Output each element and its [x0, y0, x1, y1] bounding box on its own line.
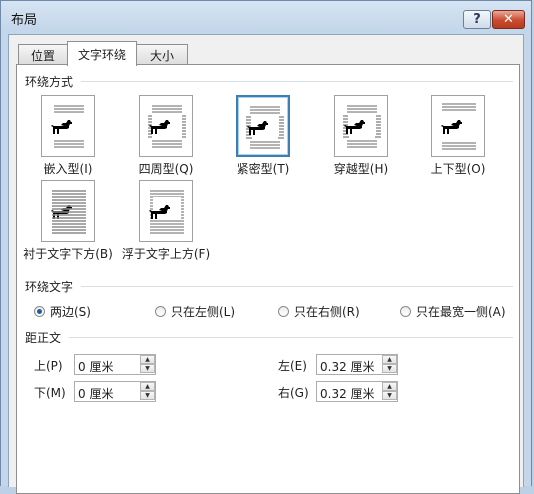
square-wrap-icon: [148, 105, 186, 148]
radio-label: 只在右侧(R): [294, 305, 360, 319]
spinner-value[interactable]: 0.32 厘米: [320, 385, 375, 402]
radio-label: 两边(S): [50, 305, 91, 319]
wrap-option-label: 紧密型(T): [236, 162, 290, 176]
spinner-value[interactable]: 0 厘米: [78, 385, 113, 402]
dialog-title: 布局: [11, 13, 38, 28]
right-distance-spinner[interactable]: 0.32 厘米 ▲ ▼: [316, 381, 398, 402]
distance-heading: 距正文: [25, 331, 62, 345]
close-icon: ✕: [503, 12, 514, 27]
top-distance-spinner[interactable]: 0 厘米 ▲ ▼: [74, 354, 156, 375]
radio-both-sides[interactable]: 两边(S): [34, 303, 91, 320]
radio-label: 只在最宽一侧(A): [416, 305, 506, 319]
bottom-distance-label: 下(M): [34, 386, 66, 400]
text-wrapping-panel: 环绕方式 嵌入型(I) 四周型(Q) 紧密型(T) 穿越型(H) 上下型(O) 衬于文字下…: [16, 64, 520, 494]
spinner-value[interactable]: 0 厘米: [78, 358, 113, 375]
radio-circle[interactable]: [155, 306, 166, 317]
radio-left-only[interactable]: 只在左侧(L): [155, 303, 235, 320]
left-distance-label: 左(E): [278, 359, 307, 373]
spin-down-arrow-icon[interactable]: ▼: [140, 391, 155, 400]
tab-text-wrapping[interactable]: 文字环绕: [67, 41, 137, 66]
spin-up-arrow-icon[interactable]: ▲: [382, 382, 397, 391]
wrap-option-label: 四周型(Q): [138, 162, 194, 176]
tab-label: 大小: [149, 48, 174, 63]
dialog-client: 位置 文字环绕 大小 环绕方式 嵌入型(I) 四周型(Q) 紧密型(T) 穿越型(H)…: [8, 34, 524, 494]
wrap-in-front-text-button[interactable]: [139, 180, 193, 242]
wrap-behind-text-button[interactable]: [41, 180, 95, 242]
divider: [81, 286, 513, 287]
wrap-option-label: 嵌入型(I): [43, 162, 93, 176]
spin-down-arrow-icon[interactable]: ▼: [382, 364, 397, 373]
tab-size[interactable]: 大小: [136, 44, 188, 65]
tight-wrap-icon: [246, 106, 284, 149]
radio-circle[interactable]: [34, 306, 45, 317]
spin-up-arrow-icon[interactable]: ▲: [382, 355, 397, 364]
behind-text-icon: [51, 190, 86, 234]
inline-wrap-icon: [51, 105, 84, 148]
spin-down-arrow-icon[interactable]: ▼: [140, 364, 155, 373]
left-distance-spinner[interactable]: 0.32 厘米 ▲ ▼: [316, 354, 398, 375]
top-bottom-wrap-icon: [441, 103, 476, 150]
wrap-top-bottom-button[interactable]: [431, 95, 485, 157]
tab-label: 位置: [30, 48, 55, 63]
wrap-option-label: 上下型(O): [430, 162, 486, 176]
divider: [69, 337, 513, 338]
wrap-square-button[interactable]: [139, 95, 193, 157]
tab-label: 文字环绕: [77, 47, 126, 62]
radio-right-only[interactable]: 只在右侧(R): [278, 303, 360, 320]
right-distance-label: 右(G): [278, 386, 309, 400]
wrap-option-label: 浮于文字上方(F): [121, 247, 211, 261]
wrap-tight-button[interactable]: [236, 95, 290, 157]
spin-up-arrow-icon[interactable]: ▲: [140, 355, 155, 364]
top-distance-label: 上(P): [34, 359, 63, 373]
spin-down-arrow-icon[interactable]: ▼: [382, 391, 397, 400]
wrap-inline-button[interactable]: [41, 95, 95, 157]
tab-position[interactable]: 位置: [18, 44, 68, 65]
help-icon: ?: [473, 12, 481, 27]
spin-up-arrow-icon[interactable]: ▲: [140, 382, 155, 391]
wrap-text-heading: 环绕文字: [25, 280, 74, 294]
help-button[interactable]: ?: [463, 10, 491, 29]
radio-largest-only[interactable]: 只在最宽一侧(A): [400, 303, 506, 320]
wrap-option-label: 衬于文字下方(B): [23, 247, 113, 261]
radio-label: 只在左侧(L): [171, 305, 236, 319]
through-wrap-icon: [343, 105, 381, 148]
divider: [81, 81, 513, 82]
wrapping-style-heading: 环绕方式: [25, 75, 74, 89]
in-front-text-icon: [149, 190, 184, 234]
radio-circle[interactable]: [400, 306, 411, 317]
radio-circle[interactable]: [278, 306, 289, 317]
close-button[interactable]: ✕: [492, 10, 525, 29]
bottom-distance-spinner[interactable]: 0 厘米 ▲ ▼: [74, 381, 156, 402]
wrap-through-button[interactable]: [334, 95, 388, 157]
title-bar[interactable]: 布局 ? ✕: [1, 1, 531, 33]
layout-dialog: 布局 ? ✕ 位置 文字环绕 大小 环绕方式 嵌入型(I) 四周型(Q) 紧密型(T…: [0, 0, 532, 494]
spinner-value[interactable]: 0.32 厘米: [320, 358, 375, 375]
wrap-option-label: 穿越型(H): [333, 162, 389, 176]
